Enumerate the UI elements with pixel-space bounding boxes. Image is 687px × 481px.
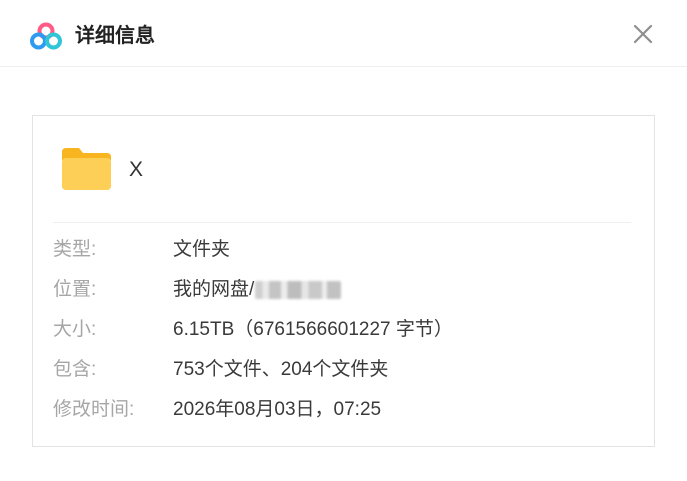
dialog-title: 详细信息 [75,25,155,47]
file-name: X [129,158,144,181]
contains-label: 包含: [53,359,97,380]
dialog-header: 详细信息 [0,0,687,67]
details-dialog: 详细信息 X 类型: 文件夹 位置: 我的网盘/ 大小: 6.15TB（6761… [0,0,687,481]
close-icon[interactable] [631,22,655,46]
baidu-netdisk-logo-icon [30,22,62,50]
divider [53,222,631,223]
size-label: 大小: [53,319,97,340]
folder-icon [62,148,111,190]
contains-value: 753个文件、204个文件夹 [173,359,389,380]
modified-label: 修改时间: [53,399,135,420]
location-value[interactable]: 我的网盘/ [173,277,342,303]
details-card: X 类型: 文件夹 位置: 我的网盘/ 大小: 6.15TB（676156660… [32,115,655,447]
size-value: 6.15TB（6761566601227 字节） [173,319,453,340]
location-label: 位置: [53,279,97,300]
redacted-path [255,280,342,299]
modified-value: 2026年08月03日，07:25 [173,399,382,420]
location-path: 我的网盘/ [173,279,255,300]
type-label: 类型: [53,239,97,260]
type-value: 文件夹 [173,239,231,260]
